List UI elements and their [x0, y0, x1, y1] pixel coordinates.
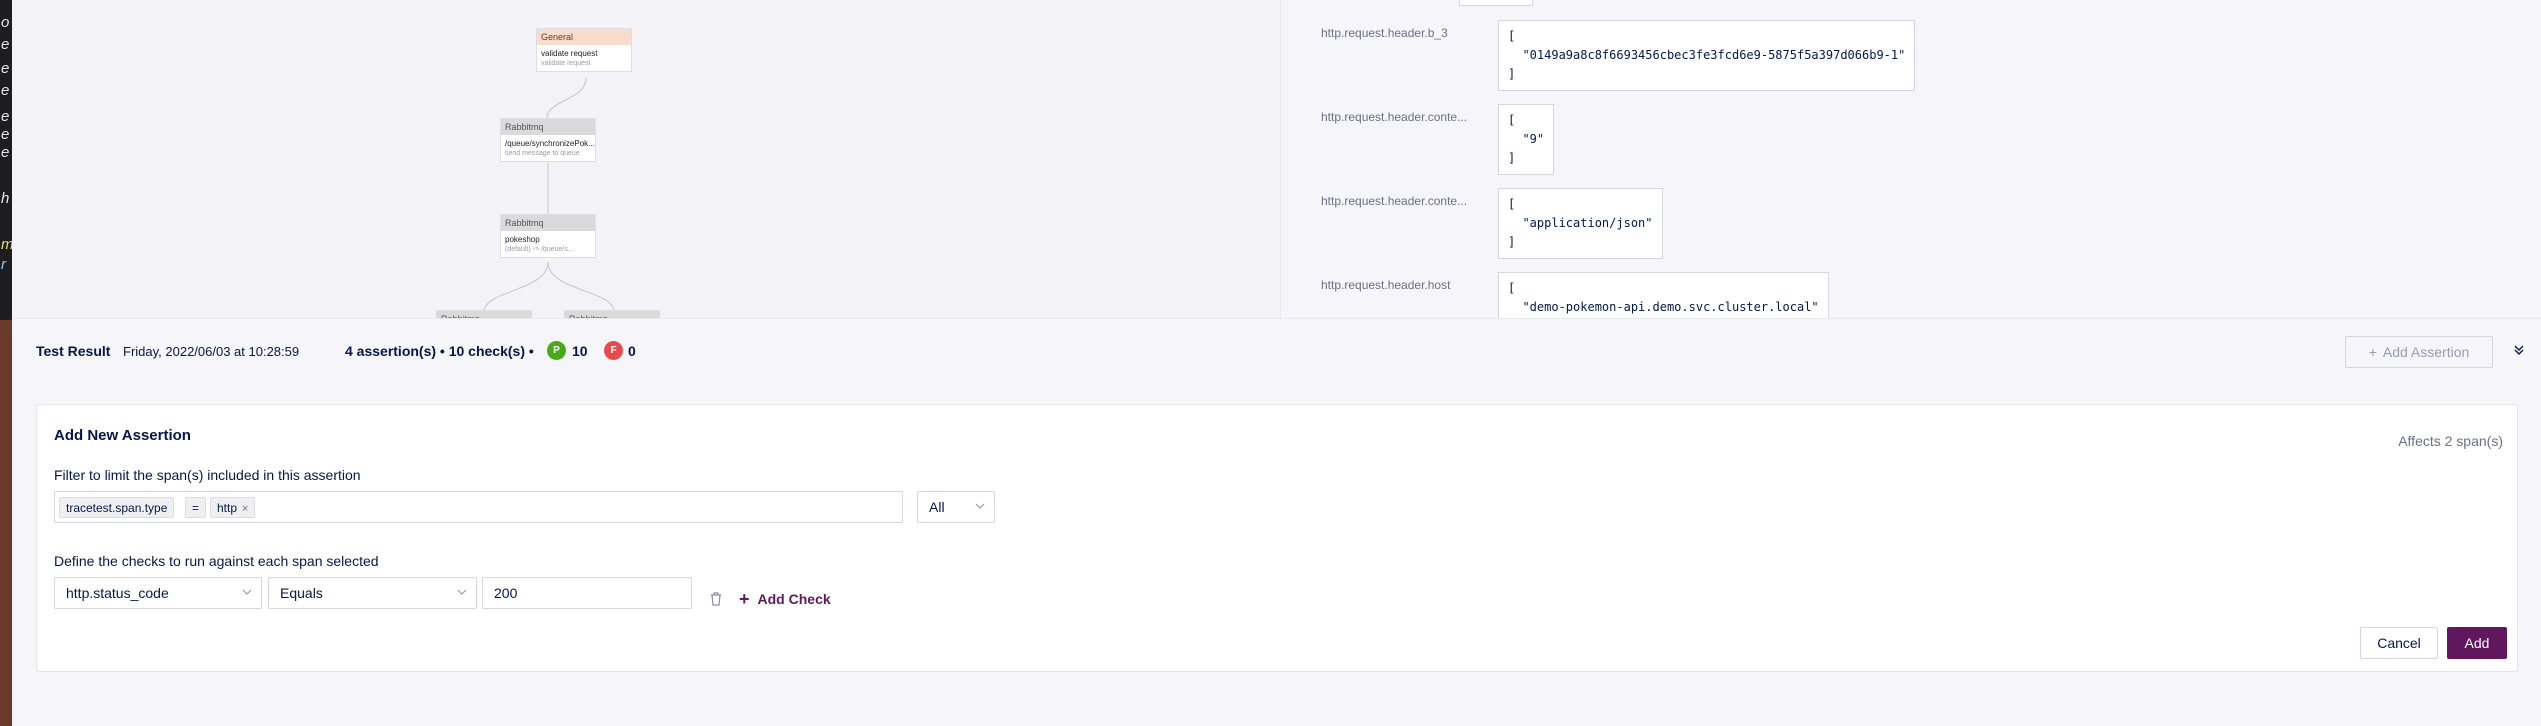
checks-label: Define the checks to run against each sp… [54, 553, 379, 569]
select-value: Equals [280, 585, 323, 601]
pass-badge: P [547, 341, 566, 360]
filter-tag-key[interactable]: tracetest.span.type [59, 497, 175, 518]
assertion-form-area: Add New Assertion Affects 2 span(s) Filt… [12, 382, 2541, 726]
trace-view: General validate request validate reques… [12, 0, 2541, 318]
span-scope-select[interactable]: All [917, 491, 995, 523]
add-check-label: Add Check [757, 591, 831, 607]
node-subtitle: send message to queue [505, 150, 580, 157]
chevron-down-icon [975, 492, 985, 534]
pass-count: 10 [572, 343, 588, 359]
filter-label: Filter to limit the span(s) included in … [54, 467, 361, 483]
close-icon[interactable]: × [242, 503, 248, 515]
node-type: Rabbitmq [437, 311, 531, 318]
check-operator-select[interactable]: Equals [268, 577, 477, 609]
add-assertion-form: Add New Assertion Affects 2 span(s) Filt… [36, 404, 2518, 672]
node-type: Rabbitmq [565, 311, 659, 318]
attribute-key: http.request.header.conte... [1321, 194, 1468, 208]
edge-char: e [1, 60, 10, 77]
graph-edges [483, 77, 615, 311]
attribute-value-box-partial [1459, 0, 1533, 6]
fail-badge: F [604, 341, 623, 360]
select-value: All [929, 499, 945, 515]
node-type: General [537, 29, 631, 45]
edge-char: e [1, 36, 10, 53]
tag-text: http [217, 501, 238, 515]
graph-node-rabbitmq[interactable]: Rabbitmq pokeshop (default) -> /queue/s.… [500, 214, 596, 258]
test-result-date: Friday, 2022/06/03 at 10:28:59 [123, 344, 300, 359]
span-attributes-panel: http.request.header.b_3 [ "0149a9a8c8f66… [1280, 0, 2541, 318]
check-attribute-select[interactable]: http.status_code [54, 577, 262, 609]
app-root: o e e e e e e h m r General validate req… [0, 0, 2541, 726]
left-window-edge-bottom [0, 320, 12, 726]
cancel-button[interactable]: Cancel [2360, 627, 2438, 659]
add-assertion-button[interactable]: + Add Assertion [2345, 336, 2493, 368]
graph-node-rabbitmq[interactable]: Rabbitmq [564, 310, 660, 318]
graph-node-rabbitmq[interactable]: Rabbitmq [436, 310, 532, 318]
attribute-key: http.request.header.b_3 [1321, 26, 1448, 40]
graph-node-general[interactable]: General validate request validate reques… [536, 28, 632, 72]
double-chevron-down-icon[interactable] [2509, 341, 2529, 361]
edge-char: e [1, 82, 10, 99]
attribute-key: http.request.header.conte... [1321, 110, 1468, 124]
node-type: Rabbitmq [501, 119, 595, 135]
trace-graph[interactable]: General validate request validate reques… [12, 0, 1280, 318]
left-window-edge: o e e e e e e h m r [0, 0, 12, 320]
span-filter-input[interactable]: tracetest.span.type = http × [54, 491, 903, 523]
input-value: 200 [494, 585, 518, 601]
edge-char: h [1, 190, 10, 207]
fail-count: 0 [628, 343, 636, 359]
chevron-down-icon [242, 578, 252, 620]
filter-tag-operator[interactable]: = [185, 497, 207, 518]
edge-char: e [1, 144, 10, 161]
attribute-value: [ "0149a9a8c8f6693456cbec3fe3fcd6e9-5875… [1498, 20, 1916, 91]
tag-text: tracetest.span.type [66, 501, 168, 515]
tag-text: = [192, 501, 200, 515]
node-title: validate request [541, 49, 598, 58]
attribute-value: [ "demo-pokemon-api.demo.svc.cluster.loc… [1498, 272, 1829, 318]
edge-char: e [1, 108, 10, 125]
node-title: /queue/synchronizePok... [505, 139, 595, 148]
affected-spans-count: Affects 2 span(s) [2398, 433, 2503, 449]
trash-icon[interactable] [709, 591, 723, 607]
check-value-input[interactable]: 200 [482, 577, 692, 609]
edge-char: e [1, 126, 10, 143]
add-check-button[interactable]: + Add Check [739, 589, 831, 610]
form-title: Add New Assertion [54, 427, 191, 444]
graph-node-rabbitmq[interactable]: Rabbitmq /queue/synchronizePok... send m… [500, 118, 596, 162]
attribute-value: [ "9" ] [1498, 104, 1555, 175]
filter-tag-value[interactable]: http × [210, 497, 256, 518]
node-subtitle: validate request [541, 60, 591, 67]
add-assertion-label: Add Assertion [2382, 344, 2470, 360]
chevron-down-icon [457, 578, 467, 620]
edge-char: o [1, 14, 10, 31]
node-type: Rabbitmq [501, 215, 595, 231]
edge-char: m [1, 236, 12, 253]
select-value: http.status_code [66, 585, 169, 601]
edge-char: r [1, 256, 6, 273]
add-button[interactable]: Add [2447, 627, 2507, 659]
node-title: pokeshop [505, 235, 540, 244]
attribute-key: http.request.header.host [1321, 278, 1451, 292]
assertion-summary: 4 assertion(s) • 10 check(s) • [345, 343, 534, 359]
test-result-title: Test Result [36, 343, 111, 359]
node-subtitle: (default) -> /queue/s... [505, 246, 574, 253]
test-result-bar: Test Result Friday, 2022/06/03 at 10:28:… [12, 318, 2541, 382]
plus-icon: + [2368, 344, 2377, 360]
attribute-value: [ "application/json" ] [1498, 188, 1663, 259]
plus-icon: + [739, 589, 750, 609]
